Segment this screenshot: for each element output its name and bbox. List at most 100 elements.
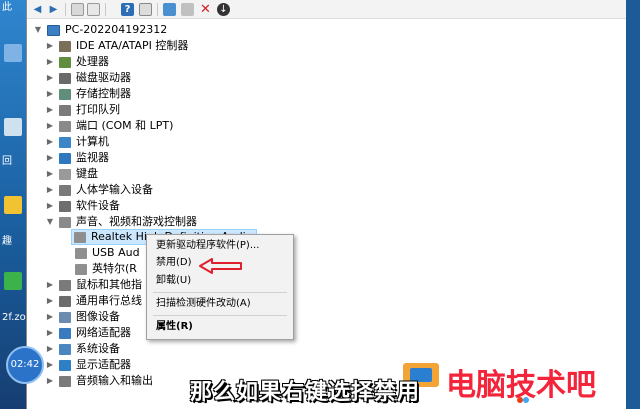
tree-item-label: 人体学输入设备 xyxy=(76,183,153,196)
usb-icon xyxy=(59,295,71,307)
download-icon[interactable]: ↓ xyxy=(217,3,230,16)
expand-arrow-icon[interactable]: ▶ xyxy=(45,198,55,214)
tree-item-label: 计算机 xyxy=(76,135,109,148)
monitor-icon xyxy=(59,152,71,164)
add-hardware-icon[interactable] xyxy=(181,3,194,16)
computer-icon xyxy=(47,24,60,36)
tree-item-label: 软件设备 xyxy=(76,199,120,212)
tree-item-storage[interactable]: ▶ 存储控制器 xyxy=(45,86,131,102)
system-device-icon xyxy=(59,343,71,355)
expand-arrow-icon[interactable]: ▶ xyxy=(45,150,55,166)
collapse-arrow-icon[interactable]: ▼ xyxy=(33,22,43,38)
audio-io-icon xyxy=(59,375,71,387)
tree-item-printer[interactable]: ▶ 打印队列 xyxy=(45,102,120,118)
tree-item-display[interactable]: ▶ 显示适配器 xyxy=(45,357,131,373)
tree-item-usb[interactable]: ▶ 通用串行总线 xyxy=(45,293,142,309)
tree-item-camera[interactable]: ▶ 图像设备 xyxy=(45,309,120,325)
tree-root-label: PC-202204192312 xyxy=(65,23,168,36)
tree-item-cpu[interactable]: ▶ 处理器 xyxy=(45,54,109,70)
device-manager-window: ◀ ▶ ? ✕ ↓ ▼ PC-202204192312 ▶ IDE ATA/AT… xyxy=(26,0,640,409)
toolbar-separator xyxy=(105,3,106,16)
computer-icon xyxy=(59,136,71,148)
clock-badge: 02:42 xyxy=(6,346,44,384)
collapse-arrow-icon[interactable]: ▼ xyxy=(45,214,55,230)
expand-arrow-icon[interactable]: ▶ xyxy=(45,118,55,134)
menu-item-properties[interactable]: 属性(R) xyxy=(156,319,193,335)
tree-child-label: USB Aud xyxy=(92,246,140,259)
expand-arrow-icon[interactable]: ▶ xyxy=(45,373,55,389)
toolbar-separator xyxy=(65,3,66,16)
tree-item-hid[interactable]: ▶ 人体学输入设备 xyxy=(45,182,153,198)
tree-item-mouse[interactable]: ▶ 鼠标和其他指 xyxy=(45,277,142,293)
expand-arrow-icon[interactable]: ▶ xyxy=(45,182,55,198)
tree-child-usb-audio[interactable]: USB Aud xyxy=(73,245,140,261)
cpu-icon xyxy=(59,56,71,68)
expand-arrow-icon[interactable]: ▶ xyxy=(45,86,55,102)
tree-item-system[interactable]: ▶ 系统设备 xyxy=(45,341,120,357)
back-icon[interactable]: ◀ xyxy=(31,3,44,16)
ide-controller-icon xyxy=(59,40,71,52)
tree-item-software[interactable]: ▶ 软件设备 xyxy=(45,198,120,214)
tree-child-intel[interactable]: 英特尔(R xyxy=(73,261,137,277)
expand-arrow-icon[interactable]: ▶ xyxy=(45,357,55,373)
tree-item-label: 通用串行总线 xyxy=(76,294,142,307)
menu-item-scan-hardware[interactable]: 扫描检测硬件改动(A) xyxy=(156,296,251,312)
speaker-icon xyxy=(74,231,86,243)
properties-icon[interactable] xyxy=(71,3,84,16)
menu-separator xyxy=(153,292,287,293)
tree-item-label: 处理器 xyxy=(76,55,109,68)
expand-arrow-icon[interactable]: ▶ xyxy=(45,341,55,357)
tree-item-network[interactable]: ▶ 网络适配器 xyxy=(45,325,131,341)
desktop-shortcut-icon[interactable] xyxy=(4,44,22,62)
menu-item-update-driver[interactable]: 更新驱动程序软件(P)... xyxy=(156,238,259,254)
folder-icon[interactable] xyxy=(4,196,22,214)
expand-arrow-icon[interactable]: ▶ xyxy=(45,134,55,150)
desktop-label-fun: 趣 xyxy=(2,236,12,247)
tree-item-label: 存储控制器 xyxy=(76,87,131,100)
speaker-icon xyxy=(75,247,87,259)
tree-item-disk[interactable]: ▶ 磁盘驱动器 xyxy=(45,70,131,86)
tree-item-label: 监视器 xyxy=(76,151,109,164)
uninstall-icon[interactable]: ✕ xyxy=(199,3,212,16)
red-arrow-annotation-icon xyxy=(199,258,242,274)
help-icon[interactable]: ? xyxy=(121,3,134,16)
expand-arrow-icon[interactable]: ▶ xyxy=(45,70,55,86)
mouse-icon xyxy=(59,279,71,291)
update-driver-icon[interactable] xyxy=(139,3,152,16)
expand-arrow-icon[interactable]: ▶ xyxy=(45,54,55,70)
storage-controller-icon xyxy=(59,88,71,100)
tree-item-computer[interactable]: ▶ 计算机 xyxy=(45,134,109,150)
app-shortcut-icon[interactable] xyxy=(4,272,22,290)
tree-item-monitor[interactable]: ▶ 监视器 xyxy=(45,150,109,166)
network-adapter-icon xyxy=(59,327,71,339)
expand-arrow-icon[interactable]: ▶ xyxy=(45,309,55,325)
tree-item-sound[interactable]: ▼ 声音、视频和游戏控制器 xyxy=(45,214,197,230)
tree-child-label: 英特尔(R xyxy=(92,262,137,275)
tree-item-ide[interactable]: ▶ IDE ATA/ATAPI 控制器 xyxy=(45,38,188,54)
tree-item-port[interactable]: ▶ 端口 (COM 和 LPT) xyxy=(45,118,173,134)
keyboard-icon xyxy=(59,168,71,180)
recycle-bin-icon[interactable] xyxy=(4,118,22,136)
expand-arrow-icon[interactable]: ▶ xyxy=(45,102,55,118)
expand-arrow-icon[interactable]: ▶ xyxy=(45,325,55,341)
forward-icon[interactable]: ▶ xyxy=(47,3,60,16)
tree-item-label: 音频输入和输出 xyxy=(76,374,153,387)
tree-item-label: 图像设备 xyxy=(76,310,120,323)
tree-item-label: 键盘 xyxy=(76,167,98,180)
list-view-icon[interactable] xyxy=(87,3,100,16)
port-icon xyxy=(59,120,71,132)
tree-item-audio-io[interactable]: ▶ 音频输入和输出 xyxy=(45,373,153,389)
expand-arrow-icon[interactable]: ▶ xyxy=(45,277,55,293)
desktop-right-edge xyxy=(626,0,640,409)
context-menu: 更新驱动程序软件(P)... 禁用(D) 卸载(U) 扫描检测硬件改动(A) 属… xyxy=(146,234,294,340)
printer-icon xyxy=(59,104,71,116)
monitor-icon[interactable] xyxy=(163,3,176,16)
expand-arrow-icon[interactable]: ▶ xyxy=(45,38,55,54)
tree-root[interactable]: ▼ PC-202204192312 xyxy=(33,22,167,38)
expand-arrow-icon[interactable]: ▶ xyxy=(45,293,55,309)
menu-item-disable[interactable]: 禁用(D) xyxy=(156,255,192,271)
menu-item-uninstall[interactable]: 卸载(U) xyxy=(156,273,191,289)
tree-item-label: IDE ATA/ATAPI 控制器 xyxy=(76,39,189,52)
expand-arrow-icon[interactable]: ▶ xyxy=(45,166,55,182)
tree-item-keyboard[interactable]: ▶ 键盘 xyxy=(45,166,98,182)
